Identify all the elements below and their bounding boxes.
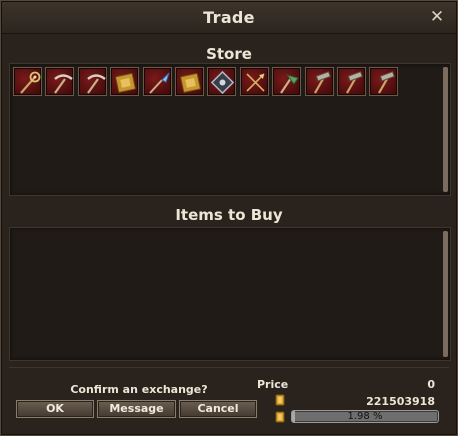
spellbook-icon [180, 72, 201, 93]
blue-crystal-staff-icon [148, 72, 170, 94]
footer-divider [9, 367, 449, 368]
store-item-slot[interactable] [207, 67, 237, 96]
trade-window: Trade ✕ Store Items to Buy Confirm an ex… [0, 0, 458, 436]
close-icon[interactable]: ✕ [428, 7, 446, 27]
pickaxe-icon [86, 74, 106, 94]
items-to-buy-title: Items to Buy [175, 206, 283, 224]
spellbook-icon [115, 72, 136, 93]
store-item-grid [13, 67, 402, 96]
store-item-slot[interactable] [45, 67, 75, 96]
store-title: Store [206, 45, 252, 63]
store-item-slot[interactable] [77, 67, 107, 96]
store-panel [9, 63, 451, 196]
hammer-icon [313, 71, 331, 94]
items-to-buy-panel [9, 227, 451, 361]
price-label: Price [257, 378, 289, 391]
confirm-exchange-text: Confirm an exchange? [70, 383, 208, 396]
crossed-arrows-icon [246, 73, 265, 92]
store-scroll-thumb[interactable] [443, 67, 448, 192]
weight-progress-bar: 1.98 % [291, 410, 439, 423]
ornate-shield-icon [211, 70, 235, 95]
store-item-slot[interactable] [272, 67, 302, 96]
store-item-slot[interactable] [174, 67, 204, 96]
pickaxe-icon [54, 74, 74, 94]
magic-staff-icon [20, 71, 41, 94]
gold-coin-icon [275, 411, 285, 423]
gold-coin-icon [275, 394, 285, 406]
message-button[interactable]: Message [97, 400, 176, 418]
price-value: 0 [427, 378, 435, 391]
hammer-icon [345, 71, 363, 94]
progress-text: 1.98 % [347, 411, 383, 422]
store-item-slot[interactable] [13, 67, 42, 96]
store-item-slot[interactable] [142, 67, 172, 96]
store-item-slot[interactable] [239, 67, 269, 96]
ok-button[interactable]: OK [16, 400, 94, 418]
store-scrollbar[interactable] [443, 67, 448, 192]
buy-scroll-thumb[interactable] [443, 231, 448, 357]
title-bar[interactable]: Trade ✕ [2, 2, 456, 34]
buy-scrollbar[interactable] [443, 231, 448, 357]
store-item-slot[interactable] [304, 67, 334, 96]
cancel-button[interactable]: Cancel [179, 400, 257, 418]
store-item-slot[interactable] [369, 67, 399, 96]
hammer-icon [378, 71, 396, 94]
gold-amount: 221503918 [366, 395, 435, 408]
window-title: Trade [203, 8, 255, 27]
store-item-slot[interactable] [336, 67, 366, 96]
store-item-slot[interactable] [110, 67, 140, 96]
green-hatchet-icon [280, 74, 299, 94]
